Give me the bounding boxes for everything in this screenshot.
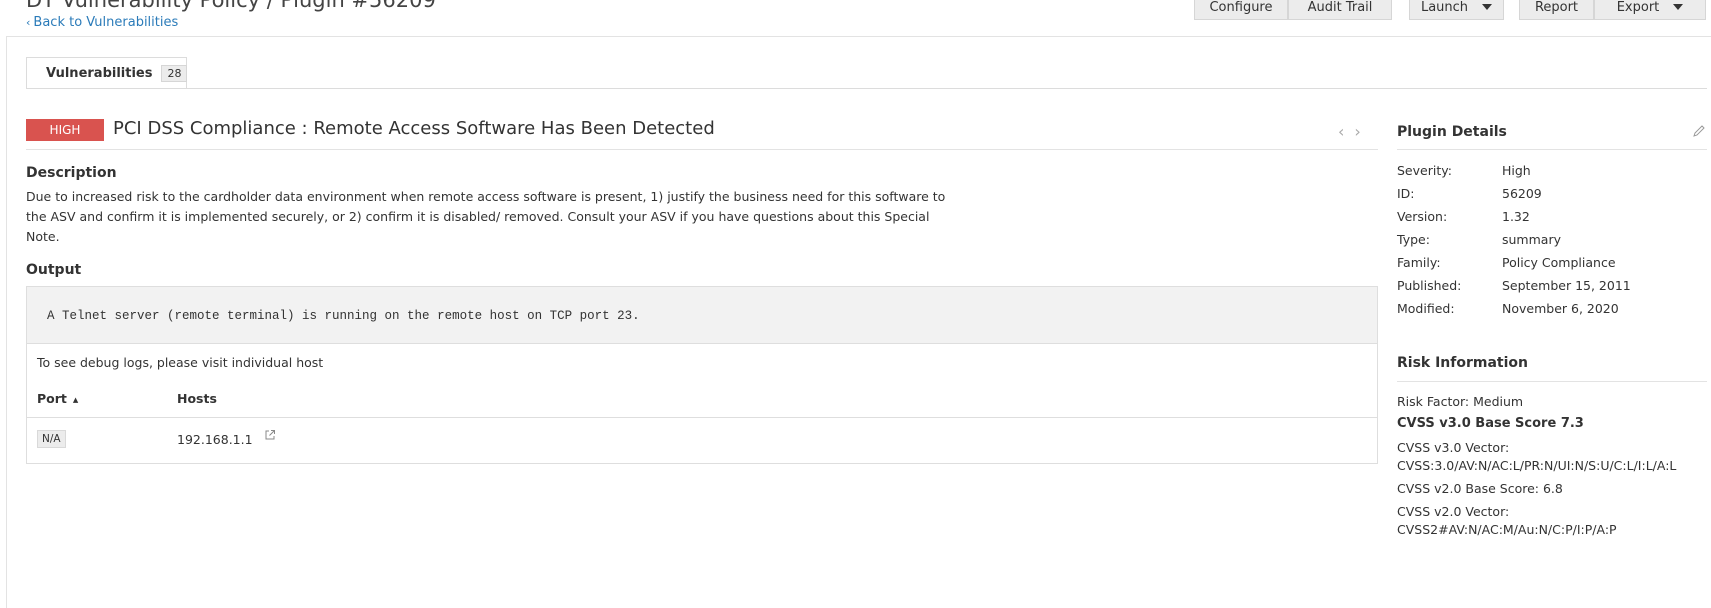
cvss2-base-score: CVSS v2.0 Base Score: 6.8 [1397,481,1563,496]
next-arrow-icon[interactable]: › [1354,122,1370,141]
version-value: 1.32 [1502,209,1530,224]
plugin-details-divider [1397,149,1707,150]
description-heading: Description [26,165,117,181]
external-link-icon[interactable] [264,429,276,441]
pencil-edit-icon[interactable] [1692,124,1706,138]
severity-badge: HIGH [26,119,104,141]
id-label: ID: [1397,186,1415,201]
title-divider [26,149,1378,150]
table-divider [27,417,1377,418]
cvss3-vector-label: CVSS v3.0 Vector: [1397,440,1510,455]
audit-trail-button[interactable]: Audit Trail [1288,0,1392,20]
type-label: Type: [1397,232,1430,247]
cvss3-vector: CVSS:3.0/AV:N/AC:L/PR:N/UI:N/S:U/C:L/I:L… [1397,458,1677,473]
export-label: Export [1616,0,1660,15]
port-header-label: Port [37,391,67,406]
export-button[interactable]: Export [1594,0,1706,20]
launch-label: Launch [1420,0,1469,15]
published-label: Published: [1397,278,1462,293]
plugin-details-heading: Plugin Details [1397,124,1507,140]
back-to-vulnerabilities-link[interactable]: ‹ Back to Vulnerabilities [26,15,178,30]
chevron-left-icon: ‹ [26,16,31,29]
header-divider [6,36,1711,37]
port-badge: N/A [37,430,66,448]
chevron-down-icon [1673,4,1684,10]
modified-label: Modified: [1397,301,1455,316]
severity-label: Severity: [1397,163,1452,178]
risk-information-divider [1397,381,1707,382]
cvss3-base-score: CVSS v3.0 Base Score 7.3 [1397,416,1584,431]
tab-vulnerabilities[interactable]: Vulnerabilities 28 [26,57,188,89]
output-heading: Output [26,262,82,278]
port-column-header[interactable]: Port ▲ [37,391,78,406]
page-title: DT Vulnerability Policy / Plugin #56209 [26,0,436,12]
cvss2-vector: CVSS2#AV:N/AC:M/Au:N/C:P/I:P/A:P [1397,522,1617,537]
debug-logs-note: To see debug logs, please visit individu… [37,355,324,370]
back-link-label: Back to Vulnerabilities [33,15,179,30]
published-value: September 15, 2011 [1502,278,1631,293]
severity-value: High [1502,163,1531,178]
chevron-down-icon [1482,4,1493,10]
plugin-nav: ‹› [1338,122,1371,141]
tab-divider [26,88,1707,89]
count-badge: 28 [161,65,188,82]
id-value: 56209 [1502,186,1542,201]
plugin-output-block: A Telnet server (remote terminal) is run… [27,287,1377,344]
cvss2-vector-label: CVSS v2.0 Vector: [1397,504,1510,519]
launch-button[interactable]: Launch [1409,0,1504,20]
configure-button[interactable]: Configure [1194,0,1288,20]
description-text: Due to increased risk to the cardholder … [26,189,946,244]
report-button[interactable]: Report [1519,0,1594,20]
type-value: summary [1502,232,1561,247]
left-border [6,36,7,608]
family-label: Family: [1397,255,1441,270]
sort-ascending-icon: ▲ [72,395,79,404]
family-value: Policy Compliance [1502,255,1616,270]
tab-label: Vulnerabilities [46,66,153,81]
previous-arrow-icon[interactable]: ‹ [1338,122,1354,141]
version-label: Version: [1397,209,1448,224]
plugin-output-text: A Telnet server (remote terminal) is run… [47,309,640,323]
risk-information-heading: Risk Information [1397,355,1528,371]
hosts-column-header: Hosts [177,391,217,406]
vulnerability-title: PCI DSS Compliance : Remote Access Softw… [113,118,715,139]
risk-factor: Risk Factor: Medium [1397,394,1524,409]
modified-value: November 6, 2020 [1502,301,1619,316]
output-panel: A Telnet server (remote terminal) is run… [26,286,1378,464]
host-link[interactable]: 192.168.1.1 [177,432,253,447]
